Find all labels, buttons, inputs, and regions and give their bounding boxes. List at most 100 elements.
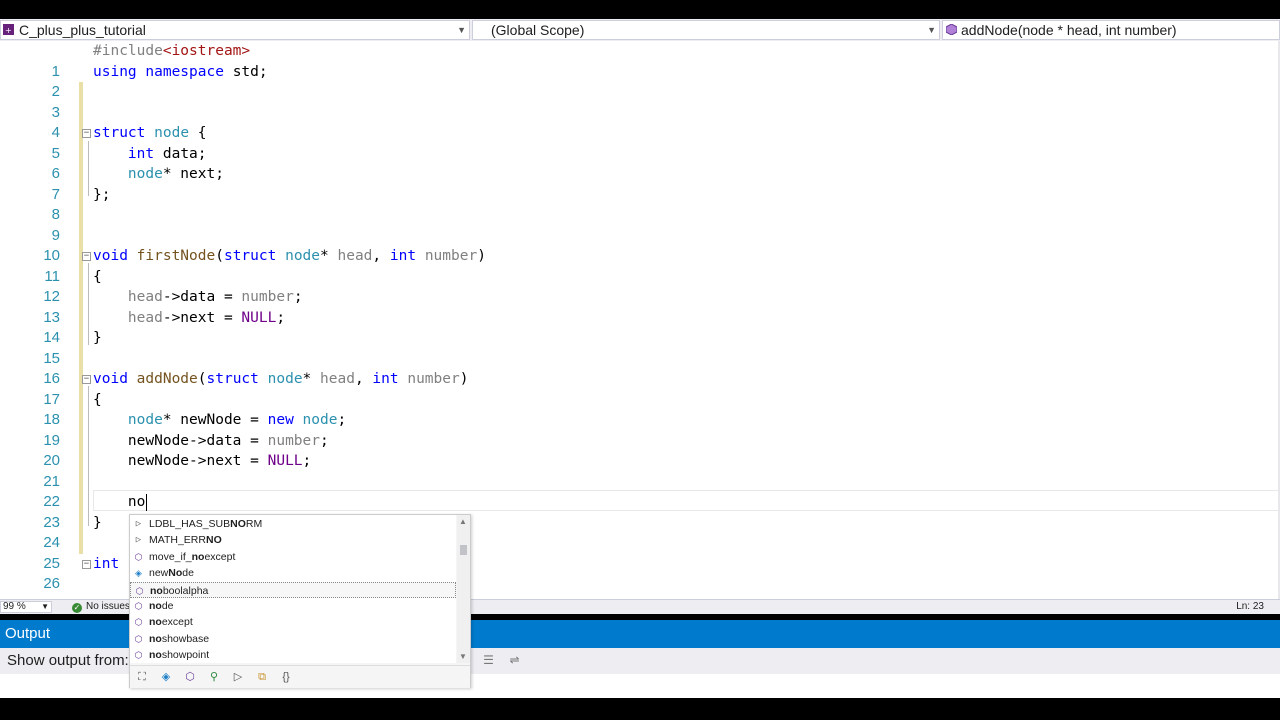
macro-filter-icon[interactable]: ▷	[231, 670, 245, 684]
code-macro: NULL	[241, 309, 277, 326]
variable-filter-icon[interactable]: ◈	[159, 670, 173, 684]
project-dropdown[interactable]: + C_plus_plus_tutorial ▼	[0, 20, 470, 40]
code-type: node	[154, 125, 190, 141]
project-name: C_plus_plus_tutorial	[19, 22, 146, 38]
func-icon: ⬡	[134, 633, 143, 644]
code-type: node	[127, 166, 163, 182]
code-line: 9	[0, 205, 1280, 244]
code-text: ->next =	[162, 309, 242, 326]
code-text: std;	[223, 63, 268, 80]
clear-all-icon[interactable]: ☰	[482, 654, 495, 667]
completion-scrollbar[interactable]: ▲ ▼	[457, 515, 470, 663]
code-text: }	[93, 330, 102, 346]
collapse-icon[interactable]: −	[82, 252, 91, 261]
code-function: addNode	[136, 371, 198, 387]
code-text: (	[197, 371, 207, 387]
code-line: 10	[0, 226, 1280, 264]
code-keyword: int	[372, 371, 399, 387]
code-keyword: void	[93, 371, 128, 387]
method-icon	[946, 24, 957, 35]
completion-label: node	[149, 598, 174, 615]
code-line: 8 };	[0, 185, 1280, 224]
issues-indicator[interactable]: ✓ No issues	[72, 600, 130, 614]
function-filter-icon[interactable]: ⬡	[183, 670, 197, 684]
code-line: 23 no	[0, 492, 1280, 531]
macro-icon: ▷	[135, 535, 142, 546]
completion-item[interactable]: ▷ LDBL_HAS_SUBNORM	[130, 516, 456, 533]
completion-item[interactable]: ⬡ noexcept	[130, 614, 456, 631]
code-text: )	[459, 371, 469, 387]
completion-label-prefix: LDBL_HAS_SUB	[149, 518, 231, 530]
code-text: data;	[154, 145, 207, 162]
code-line: 12 {	[0, 267, 1280, 306]
completion-label: LDBL_HAS_SUBNORM	[149, 516, 262, 533]
collapse-icon[interactable]: −	[82, 375, 91, 384]
chevron-down-icon[interactable]: ▼	[459, 652, 467, 661]
code-keyword: void	[93, 248, 128, 264]
code-line: 13 head->data = number;	[0, 287, 1280, 326]
line-position: Ln: 23	[1236, 601, 1264, 612]
code-text: };	[93, 186, 111, 203]
completion-item[interactable]: ⬡ noshowbase	[130, 631, 456, 648]
code-text: {	[93, 391, 102, 408]
chevron-down-icon: ▼	[457, 25, 466, 35]
text-caret	[146, 494, 147, 511]
code-line: 15 }	[0, 328, 1280, 367]
code-text: *	[302, 371, 321, 387]
completion-list[interactable]: ▷ LDBL_HAS_SUBNORM ▷ MATH_ERRNO ⬡ move_if_noe…	[130, 515, 456, 663]
code-text: ;	[302, 453, 312, 469]
code-keyword: int	[93, 555, 120, 572]
collapse-icon[interactable]: −	[82, 129, 91, 138]
svg-text:+: +	[5, 26, 12, 35]
scroll-thumb[interactable]	[460, 545, 467, 555]
completion-item[interactable]: ⬡ noboolalpha	[130, 581, 456, 599]
code-line: 7 node* next;	[0, 164, 1280, 203]
code-text: newNode->data =	[127, 432, 268, 449]
code-text: {	[189, 125, 207, 141]
completion-label: move_if_noexcept	[149, 549, 235, 566]
snippet-filter-icon[interactable]: {}	[279, 670, 293, 684]
code-text: ;	[320, 432, 329, 449]
zoom-dropdown[interactable]: 99 % ▼	[0, 601, 52, 613]
completion-label-suffix: boolalpha	[162, 584, 209, 597]
code-param: head	[337, 248, 373, 264]
completion-item[interactable]: ⬡ move_if_noexcept	[130, 549, 456, 566]
completion-item[interactable]: ⬡ noshowpoint	[130, 647, 456, 664]
member-dropdown[interactable]: addNode(node * head, int number)	[942, 20, 1280, 40]
code-line: 4	[0, 103, 1280, 141]
func-icon: ⬡	[134, 551, 143, 562]
completion-item[interactable]: ⬡ node	[130, 598, 456, 615]
code-line: 20 newNode->data = number;	[0, 431, 1280, 470]
show-output-label: Show output from:	[7, 652, 129, 669]
issues-text: No issues	[86, 601, 130, 612]
completion-label-suffix: except	[204, 550, 236, 563]
completion-label-suffix: RM	[245, 518, 263, 530]
completion-label: MATH_ERRNO	[149, 532, 222, 549]
completion-label-suffix: de	[182, 567, 194, 580]
completion-label-match: no	[149, 632, 162, 645]
code-keyword: using	[93, 63, 137, 80]
completion-item[interactable]: ◈ newNode	[130, 565, 456, 582]
chevron-down-icon: ▼	[41, 602, 49, 611]
intellisense-popup[interactable]: ▷ LDBL_HAS_SUBNORM ▷ MATH_ERRNO ⬡ move_if_noe…	[129, 514, 471, 688]
completion-item[interactable]: ▷ MATH_ERRNO	[130, 532, 456, 549]
output-title: Output	[5, 625, 51, 642]
chevron-up-icon[interactable]: ▲	[459, 517, 467, 526]
code-text: ->data =	[162, 289, 242, 305]
macro-icon: ▷	[135, 519, 142, 529]
completion-label-suffix: except	[161, 616, 193, 629]
expand-icon[interactable]: ⛶	[135, 670, 149, 684]
code-text: {	[93, 268, 102, 285]
navigation-bar: + C_plus_plus_tutorial ▼ (Global Scope) …	[0, 19, 1280, 42]
code-line: 2 using namespace std;	[0, 62, 1280, 101]
code-text: * next;	[162, 166, 224, 182]
ide-window: + C_plus_plus_tutorial ▼ (Global Scope) …	[0, 0, 1280, 720]
namespace-filter-icon[interactable]: ⧉	[255, 670, 269, 684]
scope-dropdown[interactable]: (Global Scope) ▼	[472, 20, 940, 40]
code-param: head	[127, 309, 163, 326]
zoom-level: 99 %	[3, 601, 26, 612]
code-line: 17 − void addNode(struct node* head, int…	[0, 369, 1280, 408]
word-wrap-icon[interactable]: ⇌	[508, 654, 521, 667]
collapse-icon[interactable]: −	[82, 559, 91, 569]
member-filter-icon[interactable]: ⚲	[207, 670, 221, 684]
